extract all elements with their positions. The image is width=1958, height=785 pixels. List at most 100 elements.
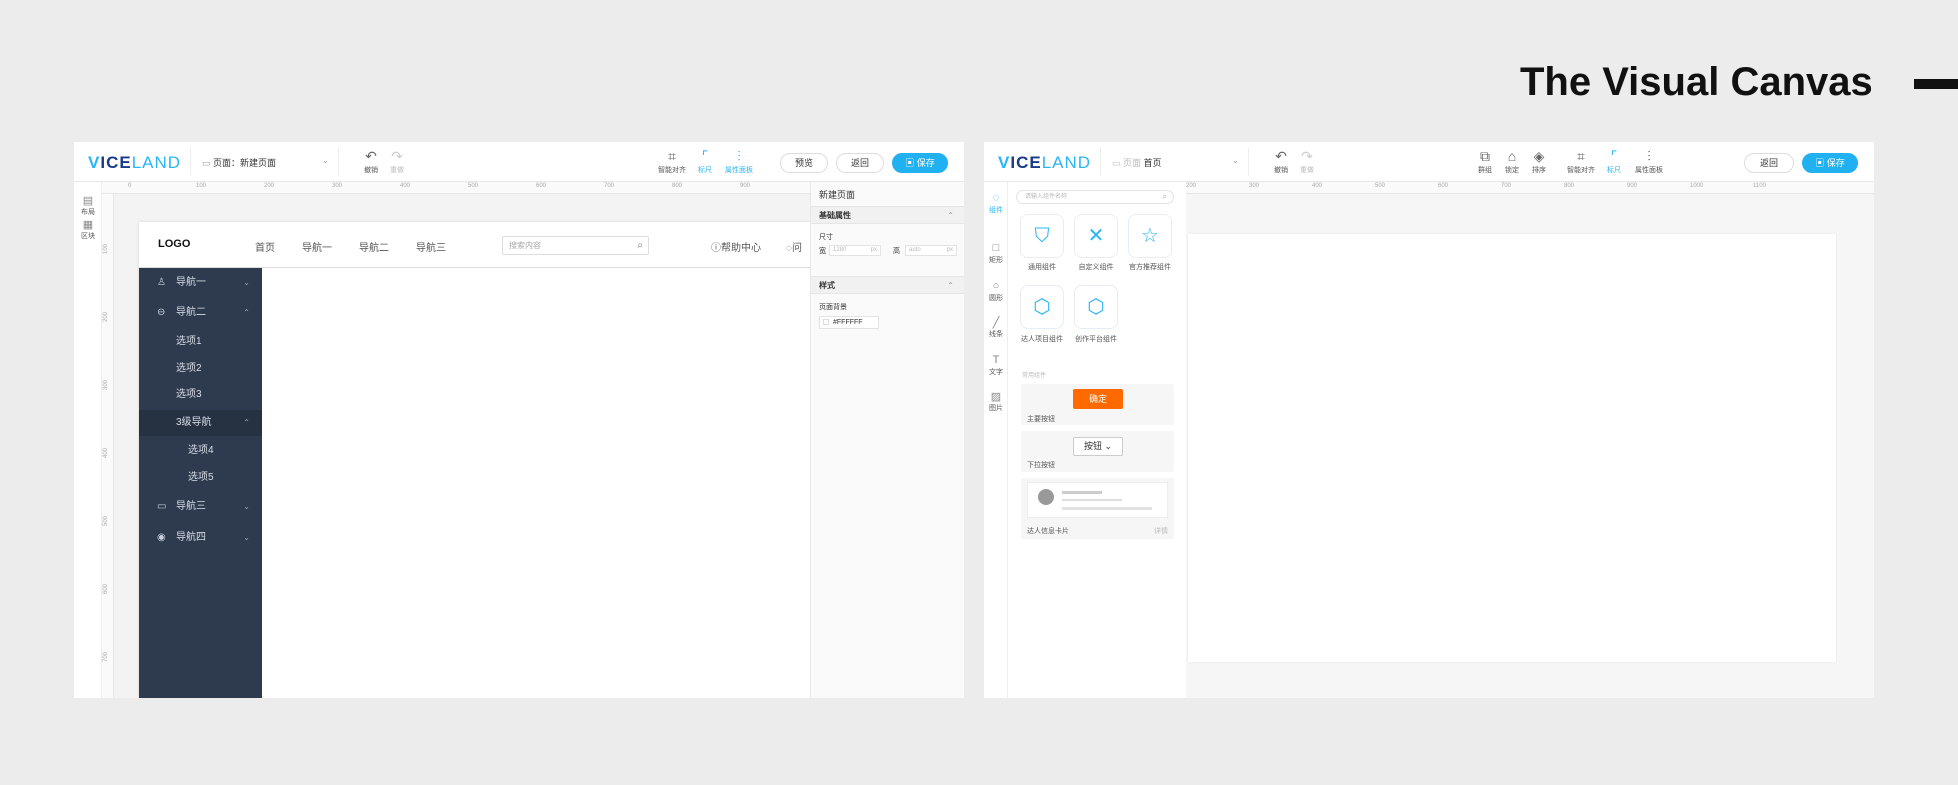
creator-platform-icon[interactable]: ⬡ [1074,285,1118,329]
property-panel-button[interactable]: ⫶ 属性面板 [722,148,756,175]
redo-button[interactable]: ↷ 重做 [380,148,414,175]
sidebar-item-opt3[interactable]: 选项3 [139,382,262,408]
page-name-title: 新建页面 [819,190,856,200]
rail-text[interactable]: T 文字 [984,354,1008,377]
ruler-tick: 300 [1249,183,1260,189]
back-button[interactable]: 返回 [1744,153,1794,173]
rail-layout[interactable]: ▤ 布局 [74,194,102,217]
star-icon[interactable]: ☆ [1128,214,1172,258]
iceland-logo[interactable]: VICELAND [88,153,181,173]
category-label: 自定义组件 [1078,264,1114,271]
ruler-tick: 700 [1501,183,1512,189]
rail-circle[interactable]: ○ 圆形 [984,280,1008,303]
ruler-tick: 400 [400,183,411,189]
ruler-tick: 700 [604,183,615,189]
property-panel-button[interactable]: ⫶ 属性面板 [1632,148,1666,175]
tool-rail: ◌ 组件 □ 矩形 ○ 圆形 ╱ 线条 T 文字 ▨ 图片 [984,182,1008,698]
help-icon: ⓘ [711,243,721,254]
page-icon: ▭ [202,158,214,168]
redo-button[interactable]: ↷ 重做 [1290,148,1324,175]
height-label: 高 [893,248,900,255]
sidebar-item-level3[interactable]: 3级导航 ⌃ [139,410,262,436]
ruler-tick: 1000 [1690,183,1704,189]
divider [1100,148,1101,176]
sidebar-item-nav1[interactable]: ♙ 导航一 ⌄ [139,270,262,296]
crop-icon: ⌗ [1577,148,1585,164]
ruler-icon: ⌜ [1610,148,1618,164]
ruler-tick: 600 [536,183,547,189]
help-center-link[interactable]: ⓘ帮助中心 [711,239,761,254]
iceland-logo[interactable]: VICELAND [998,153,1091,173]
site-search-input[interactable]: 搜索内容 ⌕ [502,236,649,255]
ruler-button[interactable]: ⌜ 标尺 [688,148,722,175]
sidebar-item-opt2[interactable]: 选项2 [139,356,262,382]
ruler-tick: 0 [128,183,132,189]
color-swatch [823,319,829,326]
ruler-tick: 500 [1375,183,1386,189]
primary-button-card[interactable]: 确定 主要按钮 [1021,384,1174,425]
property-panel: 新建页面 基础属性 ⌃ 尺寸 宽 1280 px 高 auto px 样式 ⌃ 页面背景… [810,182,964,698]
award-icon: ♙ [157,277,166,288]
search-icon: ⌕ [1162,192,1167,201]
page-selector[interactable]: ▭ 页面 首页 ⌄ [1112,156,1239,169]
text-icon: T [992,354,1000,366]
width-input[interactable]: 1280 px [829,245,881,256]
site-preview: LOGO 首页 导航一 导航二 导航三 搜索内容 ⌕ ⓘ帮助中心 ◌问 ♙ 导航一 ⌄… [139,222,884,698]
save-icon: ▣ [905,158,917,168]
section-style[interactable]: 样式 ⌃ [811,276,964,294]
order-button[interactable]: ◈ 排序 [1522,148,1556,175]
chevron-down-icon: ⌄ [322,156,329,165]
ruler-vertical[interactable]: 100200300400500600700800 [102,194,114,698]
section-basic[interactable]: 基础属性 ⌃ [811,206,964,224]
block-icon: ▦ [82,219,94,231]
sliders-icon: ⫶ [737,148,741,164]
chevron-down-icon: ⌄ [1232,156,1239,165]
ruler-horizontal[interactable]: 200 300 400 500 600 700 800 900 1000 1100 [1186,182,1874,194]
rail-rect[interactable]: □ 矩形 [984,242,1008,265]
rail-image[interactable]: ▨ 图片 [984,390,1008,413]
sidebar-item-opt4[interactable]: 选项4 [139,438,262,464]
confirm-button-preview: 确定 [1073,389,1123,409]
ruler-tick: 600 [103,583,109,594]
sidebar-item-opt5[interactable]: 选项5 [139,465,262,491]
ruler-horizontal[interactable]: 0 100 200 300 400 500 600 700 800 900 [102,182,810,194]
nav-link-home[interactable]: 首页 [255,239,275,254]
bg-color-input[interactable]: #FFFFFF [819,316,879,329]
ruler-tick: 200 [1186,183,1197,189]
sidebar-item-nav3[interactable]: ▭ 导航三 ⌄ [139,494,262,520]
chat-icon: ⊖ [157,307,166,318]
rail-block[interactable]: ▦ 区块 [74,218,102,241]
talent-project-icon[interactable]: ⬡ [1020,285,1064,329]
rail-line[interactable]: ╱ 线条 [984,316,1008,339]
save-button[interactable]: ▣ 保存 [1802,153,1858,173]
nav-link-3[interactable]: 导航三 [416,239,446,254]
nav-link-2[interactable]: 导航二 [359,239,389,254]
ruler-button[interactable]: ⌜ 标尺 [1597,148,1631,175]
component-search-input[interactable]: 请输入组件名称 ⌕ [1016,190,1174,204]
page-icon: ▭ [1112,158,1124,168]
rectangle-icon: □ [992,242,1000,254]
more-link[interactable]: ◌问 [786,239,802,254]
page-selector[interactable]: ▭ 页面：新建页面 ⌄ [202,156,329,169]
generic-component-icon[interactable]: ⛉ [1020,214,1064,258]
artboard[interactable] [1188,234,1836,662]
ruler-tick: 300 [103,379,109,390]
ruler-tick: 700 [103,651,109,662]
nav-link-1[interactable]: 导航一 [302,239,332,254]
sidebar-item-nav2[interactable]: ⊖ 导航二 ⌃ [139,300,262,326]
height-input[interactable]: auto px [905,245,957,256]
rail-component[interactable]: ◌ 组件 [984,192,1008,215]
custom-component-icon[interactable]: ✕ [1074,214,1118,258]
preview-button[interactable]: 预览 [780,153,828,173]
talent-card[interactable]: 达人信息卡片 详情 [1021,478,1174,539]
sidebar-item-nav4[interactable]: ◉ 导航四 ⌄ [139,525,262,551]
width-label: 宽 [819,248,826,255]
save-button[interactable]: ▣ 保存 [892,153,948,173]
smart-align-button[interactable]: ⌗ 智能对齐 [655,148,689,175]
ruler-tick: 500 [468,183,479,189]
sidebar-item-opt1[interactable]: 选项1 [139,329,262,355]
back-button[interactable]: 返回 [836,153,884,173]
dropdown-button-card[interactable]: 按钮 ⌄ 下拉按钮 [1021,431,1174,472]
divider [190,148,191,176]
smart-align-button[interactable]: ⌗ 智能对齐 [1564,148,1598,175]
